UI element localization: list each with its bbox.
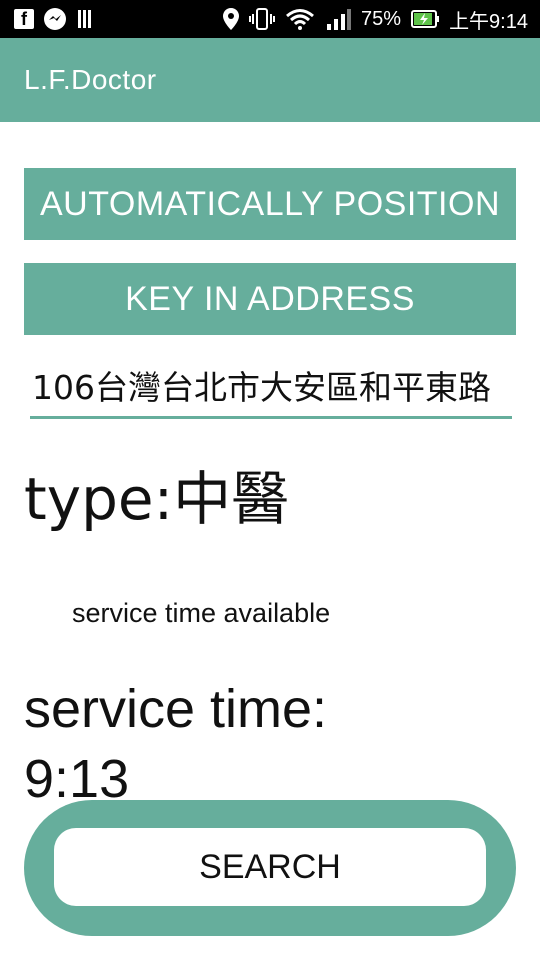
app-bar: L.F.Doctor (0, 38, 540, 122)
app-title: L.F.Doctor (24, 64, 157, 95)
search-container: SEARCH (24, 800, 516, 936)
service-status-text: service time available (72, 598, 331, 628)
barcode-icon (76, 10, 92, 28)
service-time: service time: 9:13 (24, 674, 327, 814)
facebook-icon: f (14, 9, 34, 29)
clock: 上午9:14 (449, 10, 528, 33)
vibrate-icon (249, 8, 276, 30)
status-bar-notifications: f (0, 8, 92, 30)
status-bar: f 75% 上午9:14 (0, 0, 540, 38)
type-label: type: (24, 465, 174, 533)
battery-charging-icon (411, 10, 440, 28)
signal-icon (325, 8, 352, 30)
type-row: type:中醫 (24, 452, 289, 536)
status-bar-system: 75% 上午9:14 (223, 5, 540, 34)
address-field[interactable]: 106台灣台北市大安區和平東路 (30, 360, 512, 419)
messenger-icon (44, 8, 66, 30)
location-icon (223, 8, 240, 30)
key-in-address-button[interactable]: KEY IN ADDRESS (24, 263, 516, 335)
service-time-label: service time: (24, 679, 328, 739)
search-button[interactable]: SEARCH (54, 828, 486, 906)
type-value: 中醫 (173, 465, 290, 533)
auto-position-button[interactable]: AUTOMATICALLY POSITION (24, 168, 516, 240)
wifi-icon (285, 8, 315, 30)
battery-percent: 75% (361, 7, 402, 30)
